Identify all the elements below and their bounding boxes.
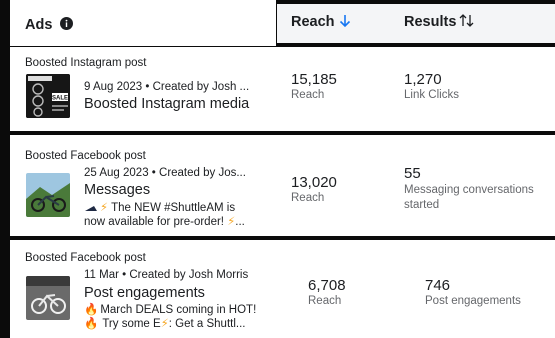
- reach-value: 6,708: [308, 277, 346, 294]
- ad-description-ellipsis: ...: [235, 216, 245, 228]
- results-value: 746: [425, 277, 451, 294]
- results-sub-label: Link Clicks: [404, 89, 459, 101]
- ad-description-line: The NEW #ShuttleAM is: [111, 202, 236, 214]
- ad-meta-text: 25 Aug 2023 • Created by Jos...: [84, 167, 246, 179]
- reach-sub-label: Reach: [291, 89, 325, 101]
- sort-down-arrow-icon[interactable]: [339, 14, 351, 28]
- fire-icon: 🔥: [84, 318, 99, 330]
- ad-meta-text: 11 Mar • Created by Josh Morris: [84, 269, 249, 281]
- results-value: 1,270: [404, 71, 442, 88]
- reach-column-header[interactable]: Reach: [291, 14, 335, 30]
- ad-description-line: March DEALS coming in HOT!: [100, 304, 257, 316]
- results-sub-label: Messaging conversations: [404, 184, 534, 196]
- ad-title-link[interactable]: Messages: [84, 182, 150, 198]
- ad-meta-text: 9 Aug 2023 • Created by Josh ...: [84, 81, 250, 93]
- boat-icon: [84, 203, 100, 213]
- reach-value: 13,020: [291, 174, 337, 191]
- ad-title-link[interactable]: Boosted Instagram media: [84, 96, 249, 112]
- reach-sub-label: Reach: [308, 295, 342, 307]
- results-value: 55: [404, 165, 421, 182]
- ad-description: 🔥 March DEALS coming in HOT! 🔥 Try some …: [84, 303, 256, 331]
- lightning-icon: ⚡: [100, 202, 109, 214]
- ad-thumbnail[interactable]: [26, 276, 70, 320]
- ad-title-link[interactable]: Post engagements: [84, 285, 205, 301]
- lightning-icon: ⚡: [227, 216, 236, 228]
- ad-type-label: Boosted Facebook post: [25, 150, 146, 162]
- ad-type-label: Boosted Instagram post: [25, 57, 147, 69]
- ads-column-header[interactable]: Ads: [25, 17, 52, 33]
- reach-value: 15,185: [291, 71, 337, 88]
- info-icon[interactable]: [60, 17, 73, 30]
- ad-type-label: Boosted Facebook post: [25, 252, 146, 264]
- ad-description-ellipsis: : Get a Shuttl...: [168, 318, 246, 330]
- fire-icon: 🔥: [84, 304, 99, 316]
- reach-sub-label: Reach: [291, 192, 325, 204]
- ad-description: ⚡ The NEW #ShuttleAM is now available fo…: [84, 201, 245, 229]
- results-column-header[interactable]: Results: [404, 14, 456, 30]
- ad-description-line: Try some E: [102, 318, 161, 330]
- sale-badge-text: SALE: [52, 96, 68, 102]
- results-sub-label: started: [404, 199, 440, 211]
- sort-updown-icon[interactable]: [459, 13, 475, 28]
- ad-description-line: now available for pre-order!: [84, 216, 228, 228]
- ad-thumbnail[interactable]: [26, 173, 70, 217]
- lightning-icon: ⚡: [160, 318, 169, 330]
- ad-thumbnail[interactable]: SALE: [26, 74, 70, 118]
- results-sub-label: Post engagements: [425, 295, 521, 307]
